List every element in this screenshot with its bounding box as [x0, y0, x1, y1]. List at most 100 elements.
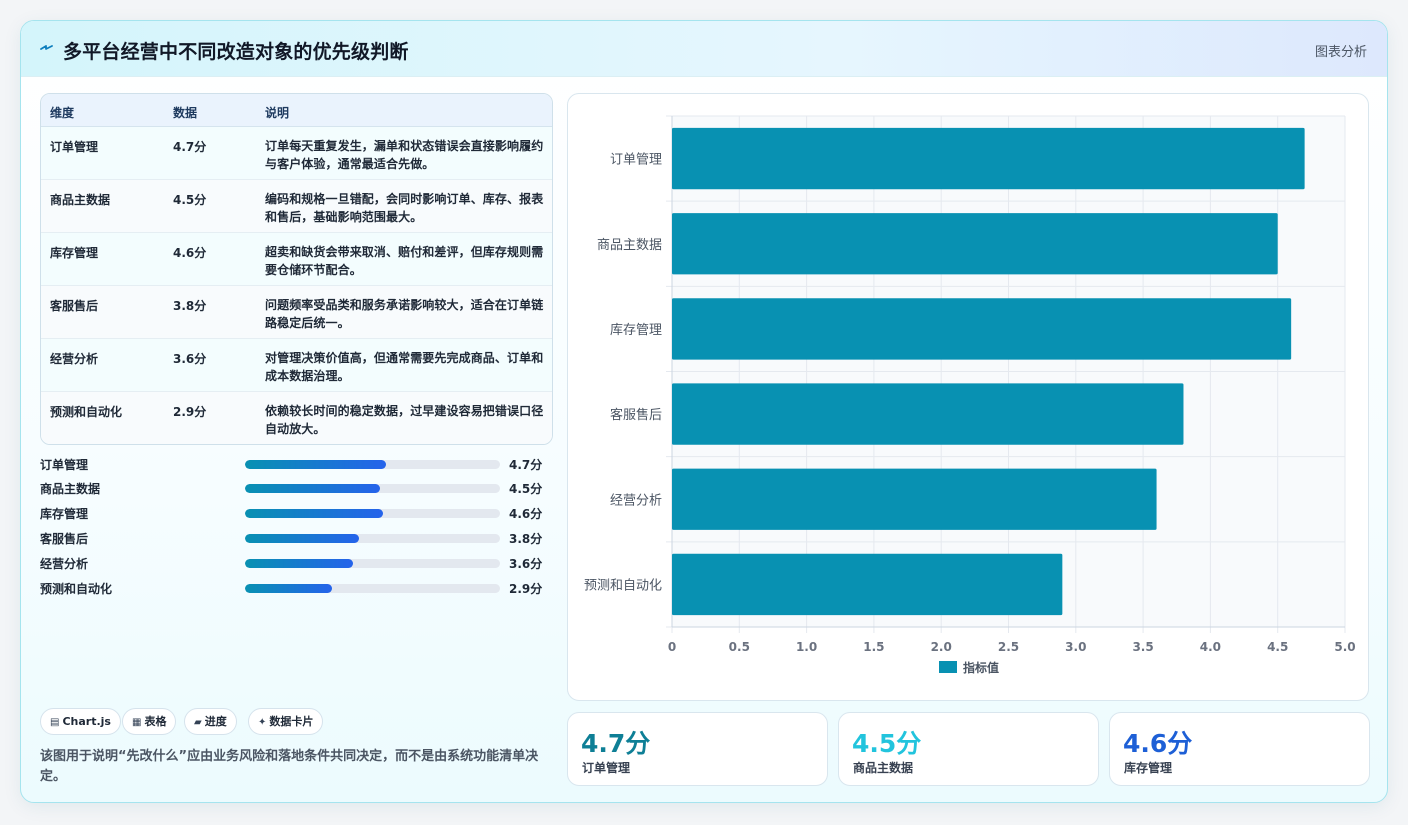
progress-value: 3.8分 — [509, 532, 543, 546]
progress-track — [245, 460, 500, 469]
y-category-label: 经营分析 — [610, 493, 662, 508]
y-category-label: 客服售后 — [610, 407, 662, 423]
y-category-label: 商品主数据 — [597, 238, 662, 253]
x-tick-label: 3.5 — [1132, 640, 1153, 654]
row-score: 3.8分 — [173, 299, 207, 313]
progress-icon: ▰ — [194, 717, 202, 728]
y-category-label: 订单管理 — [610, 153, 662, 168]
chip-label: Chart.js — [62, 715, 111, 728]
row-description: 依赖较长时间的稳定数据，过早建设容易把错误口径自动放大。 — [265, 404, 544, 436]
x-tick-label: 2.0 — [931, 640, 952, 654]
x-tick-label: 0.5 — [729, 640, 750, 654]
stat-card: 4.6分 库存管理 — [1109, 712, 1370, 786]
progress-fill — [245, 509, 383, 518]
page-title: 多平台经营中不同改造对象的优先级判断 — [63, 41, 409, 63]
stat-label: 商品主数据 — [853, 761, 914, 775]
chip-table[interactable]: ▦ 表格 — [122, 708, 177, 735]
progress-label: 订单管理 — [40, 458, 89, 472]
x-tick-label: 3.0 — [1065, 640, 1086, 654]
spark-icon — [40, 45, 53, 50]
row-dimension: 商品主数据 — [50, 193, 111, 207]
x-tick-label: 4.0 — [1200, 640, 1221, 654]
column-header-dimension: 维度 — [50, 106, 75, 120]
chart-icon: ▤ — [50, 717, 60, 728]
bar — [672, 383, 1184, 445]
sparkle-icon: ✦ — [258, 717, 267, 728]
row-score: 4.6分 — [173, 246, 207, 260]
stat-card: 4.7分 订单管理 — [567, 712, 828, 786]
progress-track — [245, 534, 500, 543]
table-row: 预测和自动化 2.9分 依赖较长时间的稳定数据，过早建设容易把错误口径自动放大。 — [41, 392, 552, 444]
row-score: 3.6分 — [173, 352, 207, 366]
progress-label: 库存管理 — [40, 507, 89, 521]
priority-table: 维度 数据 说明 订单管理 4.7分 订单每天重复发生，漏单和状态错误会直接影响… — [40, 93, 553, 445]
x-tick-label: 2.5 — [998, 640, 1019, 654]
progress-label: 经营分析 — [40, 557, 89, 571]
header-bar: 多平台经营中不同改造对象的优先级判断 图表分析 — [21, 21, 1387, 77]
bar — [672, 553, 1063, 616]
dashboard-card: 多平台经营中不同改造对象的优先级判断 图表分析 维度 数据 说明 订单管理 4.… — [20, 20, 1388, 803]
row-score: 4.5分 — [173, 193, 207, 207]
progress-value: 4.6分 — [509, 507, 543, 521]
progress-track — [245, 509, 500, 518]
progress-item: 经营分析 3.6分 — [40, 553, 553, 573]
progress-track — [245, 484, 500, 493]
row-dimension: 订单管理 — [50, 140, 99, 154]
y-category-label: 预测和自动化 — [584, 578, 662, 593]
chip-label: 表格 — [144, 715, 167, 728]
progress-fill — [245, 484, 380, 493]
row-description: 问题频率受品类和服务承诺影响较大，适合在订单链路稳定后统一。 — [265, 298, 544, 330]
x-tick-label: 5.0 — [1334, 640, 1355, 654]
progress-item: 库存管理 4.6分 — [40, 503, 553, 523]
row-dimension: 预测和自动化 — [50, 405, 123, 419]
progress-track — [245, 559, 500, 568]
row-dimension: 库存管理 — [50, 246, 99, 260]
legend-label: 指标值 — [963, 660, 999, 675]
progress-value: 4.7分 — [509, 458, 543, 472]
progress-item: 客服售后 3.8分 — [40, 528, 553, 548]
progress-value: 2.9分 — [509, 582, 543, 596]
x-tick-label: 1.5 — [863, 640, 884, 654]
x-tick-label: 4.5 — [1267, 640, 1288, 654]
stat-value: 4.7分 — [581, 729, 651, 758]
bar — [672, 298, 1292, 360]
chip-data-card[interactable]: ✦ 数据卡片 — [248, 708, 324, 735]
progress-fill — [245, 460, 386, 469]
bar — [672, 468, 1157, 530]
bar — [672, 213, 1278, 275]
progress-value: 3.6分 — [509, 557, 543, 571]
stat-value: 4.6分 — [1123, 729, 1193, 758]
table-row: 经营分析 3.6分 对管理决策价值高，但通常需要先完成商品、订单和成本数据治理。 — [41, 339, 552, 392]
row-dimension: 客服售后 — [50, 299, 99, 313]
x-tick-label: 0 — [668, 640, 676, 654]
progress-track — [245, 584, 500, 593]
bar — [672, 127, 1305, 190]
table-row: 客服售后 3.8分 问题频率受品类和服务承诺影响较大，适合在订单链路稳定后统一。 — [41, 286, 552, 339]
progress-fill — [245, 584, 332, 593]
progress-fill — [245, 559, 353, 568]
stat-card: 4.5分 商品主数据 — [838, 712, 1099, 786]
chart-note: 该图用于说明“先改什么”应由业务风险和落地条件共同决定，而不是由系统功能清单决定… — [40, 749, 539, 784]
table-icon: ▦ — [132, 717, 142, 728]
chip-label: 进度 — [204, 715, 227, 728]
stat-label: 订单管理 — [582, 761, 631, 775]
x-tick-label: 1.0 — [796, 640, 817, 654]
chip-chartjs[interactable]: ▤ Chart.js — [40, 708, 121, 735]
table-header: 维度 数据 说明 — [41, 94, 552, 127]
chip-progress[interactable]: ▰ 进度 — [184, 708, 237, 735]
progress-value: 4.5分 — [509, 482, 543, 496]
progress-label: 客服售后 — [40, 532, 89, 546]
progress-label: 预测和自动化 — [40, 582, 113, 596]
chart-panel: 0 0.5 1.0 1.5 2.0 2.5 3.0 3.5 4.0 4.5 5.0 订单管理商品主数据… — [567, 93, 1369, 701]
chip-label: 数据卡片 — [269, 715, 314, 728]
progress-item: 订单管理 4.7分 — [40, 454, 553, 474]
table-row: 订单管理 4.7分 订单每天重复发生，漏单和状态错误会直接影响履约与客户体验，通… — [41, 127, 552, 180]
chart-analysis-tag: 图表分析 — [1314, 45, 1367, 60]
row-description: 超卖和缺货会带来取消、赔付和差评，但库存规则需要仓储环节配合。 — [265, 245, 544, 277]
row-description: 编码和规格一旦错配，会同时影响订单、库存、报表和售后，基础影响范围最大。 — [265, 192, 544, 224]
row-description: 对管理决策价值高，但通常需要先完成商品、订单和成本数据治理。 — [265, 351, 544, 383]
column-header-description: 说明 — [265, 106, 290, 120]
stat-value: 4.5分 — [852, 729, 922, 758]
row-score: 4.7分 — [173, 140, 207, 154]
legend-swatch — [939, 661, 957, 673]
